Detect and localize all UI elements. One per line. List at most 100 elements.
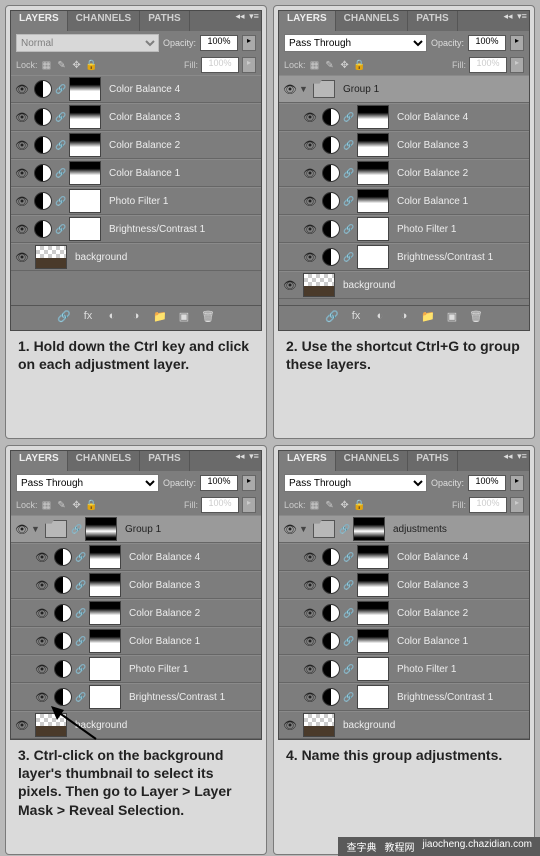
eye-icon[interactable]: 👁 xyxy=(301,248,319,266)
lock-pixels-icon[interactable]: ✎ xyxy=(324,59,336,71)
lock-position-icon[interactable]: ✥ xyxy=(71,499,83,511)
mask-thumbnail[interactable] xyxy=(357,245,389,269)
layer-name[interactable]: Color Balance 2 xyxy=(129,608,200,619)
layer-name[interactable]: Brightness/Contrast 1 xyxy=(397,692,493,703)
layer-row[interactable]: 👁🔗Color Balance 3 xyxy=(11,571,261,599)
layer-row[interactable]: 👁background xyxy=(11,243,261,271)
eye-icon[interactable]: 👁 xyxy=(13,108,31,126)
opacity-stepper[interactable]: ▸ xyxy=(510,475,524,491)
new-group-icon[interactable]: 📁 xyxy=(152,310,168,326)
lock-transparent-icon[interactable]: ▦ xyxy=(41,499,53,511)
blend-mode-select[interactable]: Pass Through xyxy=(284,474,427,492)
eye-icon[interactable]: 👁 xyxy=(33,548,51,566)
layer-row[interactable]: 👁🔗Color Balance 2 xyxy=(279,599,529,627)
add-mask-icon[interactable]: ◐ xyxy=(104,310,120,326)
eye-icon[interactable]: 👁 xyxy=(33,632,51,650)
mask-thumbnail[interactable] xyxy=(89,685,121,709)
new-layer-icon[interactable]: ▣ xyxy=(444,310,460,326)
layer-row[interactable]: 👁🔗Color Balance 4 xyxy=(11,75,261,103)
tab-layers[interactable]: LAYERS xyxy=(11,11,68,31)
menu-icon[interactable]: ▾≡ xyxy=(247,451,261,471)
eye-icon[interactable]: 👁 xyxy=(301,660,319,678)
lock-pixels-icon[interactable]: ✎ xyxy=(56,499,68,511)
eye-icon[interactable]: 👁 xyxy=(13,220,31,238)
layer-name[interactable]: Color Balance 1 xyxy=(129,636,200,647)
tab-channels[interactable]: CHANNELS xyxy=(336,451,409,471)
lock-pixels-icon[interactable]: ✎ xyxy=(324,499,336,511)
layer-name[interactable]: Brightness/Contrast 1 xyxy=(397,252,493,263)
group-name[interactable]: Group 1 xyxy=(343,84,379,95)
lock-transparent-icon[interactable]: ▦ xyxy=(41,59,53,71)
opacity-field[interactable]: 100% xyxy=(468,35,506,51)
layer-name[interactable]: Color Balance 3 xyxy=(397,580,468,591)
layer-name[interactable]: Photo Filter 1 xyxy=(397,224,456,235)
layer-row[interactable]: 👁🔗Photo Filter 1 xyxy=(11,655,261,683)
layer-row[interactable]: 👁🔗Photo Filter 1 xyxy=(279,655,529,683)
tab-channels[interactable]: CHANNELS xyxy=(68,451,141,471)
layer-name[interactable]: Color Balance 1 xyxy=(397,196,468,207)
layer-row[interactable]: 👁🔗Color Balance 4 xyxy=(279,543,529,571)
group-row[interactable]: 👁▼🔗adjustments xyxy=(279,515,529,543)
link-layers-icon[interactable]: 🔗 xyxy=(324,310,340,326)
link-layers-icon[interactable]: 🔗 xyxy=(56,310,72,326)
layer-name[interactable]: Color Balance 4 xyxy=(129,552,200,563)
opacity-field[interactable]: 100% xyxy=(200,475,238,491)
layer-row[interactable]: 👁🔗Color Balance 3 xyxy=(279,131,529,159)
eye-icon[interactable]: 👁 xyxy=(13,192,31,210)
disclosure-triangle[interactable]: ▼ xyxy=(299,524,309,534)
layer-row[interactable]: 👁🔗Brightness/Contrast 1 xyxy=(11,215,261,243)
collapse-icon[interactable]: ◂◂ xyxy=(501,11,515,31)
mask-thumbnail[interactable] xyxy=(69,77,101,101)
opacity-stepper[interactable]: ▸ xyxy=(242,475,256,491)
lock-position-icon[interactable]: ✥ xyxy=(71,59,83,71)
mask-thumbnail[interactable] xyxy=(69,217,101,241)
eye-icon[interactable]: 👁 xyxy=(281,716,299,734)
delete-icon[interactable]: 🗑 xyxy=(468,310,484,326)
mask-thumbnail[interactable] xyxy=(69,105,101,129)
eye-icon[interactable]: 👁 xyxy=(13,136,31,154)
lock-all-icon[interactable]: 🔒 xyxy=(86,59,98,71)
fx-icon[interactable]: fx xyxy=(80,310,96,326)
layer-row[interactable]: 👁🔗Photo Filter 1 xyxy=(279,215,529,243)
group-row[interactable]: 👁▼🔗Group 1 xyxy=(11,515,261,543)
layer-row[interactable]: 👁🔗Color Balance 3 xyxy=(279,571,529,599)
new-layer-icon[interactable]: ▣ xyxy=(176,310,192,326)
opacity-field[interactable]: 100% xyxy=(468,475,506,491)
layer-row[interactable]: 👁🔗Photo Filter 1 xyxy=(11,187,261,215)
eye-icon[interactable]: 👁 xyxy=(13,80,31,98)
menu-icon[interactable]: ▾≡ xyxy=(247,11,261,31)
mask-thumbnail[interactable] xyxy=(89,601,121,625)
lock-transparent-icon[interactable]: ▦ xyxy=(309,499,321,511)
layer-row[interactable]: 👁🔗Color Balance 3 xyxy=(11,103,261,131)
mask-thumbnail[interactable] xyxy=(69,189,101,213)
group-row[interactable]: 👁▼Group 1 xyxy=(279,75,529,103)
eye-icon[interactable]: 👁 xyxy=(301,192,319,210)
group-name[interactable]: adjustments xyxy=(393,524,447,535)
eye-icon[interactable]: 👁 xyxy=(301,604,319,622)
mask-thumbnail[interactable] xyxy=(357,133,389,157)
lock-pixels-icon[interactable]: ✎ xyxy=(56,59,68,71)
mask-thumbnail[interactable] xyxy=(357,657,389,681)
lock-all-icon[interactable]: 🔒 xyxy=(86,499,98,511)
layer-name[interactable]: Photo Filter 1 xyxy=(397,664,456,675)
blend-mode-select[interactable]: Pass Through xyxy=(16,474,159,492)
mask-thumbnail[interactable] xyxy=(357,629,389,653)
eye-icon[interactable]: 👁 xyxy=(301,220,319,238)
layer-row[interactable]: 👁🔗Color Balance 4 xyxy=(279,103,529,131)
tab-paths[interactable]: PATHS xyxy=(140,11,189,31)
group-mask-thumbnail[interactable] xyxy=(353,517,385,541)
tab-channels[interactable]: CHANNELS xyxy=(68,11,141,31)
eye-icon[interactable]: 👁 xyxy=(301,164,319,182)
layer-row[interactable]: 👁🔗Color Balance 2 xyxy=(279,159,529,187)
tab-layers[interactable]: LAYERS xyxy=(279,451,336,471)
layer-name[interactable]: Color Balance 3 xyxy=(397,140,468,151)
blend-mode-select[interactable]: Pass Through xyxy=(284,34,427,52)
layer-name[interactable]: Color Balance 4 xyxy=(397,552,468,563)
layer-row[interactable]: 👁background xyxy=(11,711,261,739)
group-name[interactable]: Group 1 xyxy=(125,524,161,535)
eye-icon[interactable]: 👁 xyxy=(301,548,319,566)
layer-name[interactable]: background xyxy=(75,720,127,731)
mask-thumbnail[interactable] xyxy=(357,105,389,129)
mask-thumbnail[interactable] xyxy=(357,601,389,625)
layer-row[interactable]: 👁🔗Brightness/Contrast 1 xyxy=(11,683,261,711)
